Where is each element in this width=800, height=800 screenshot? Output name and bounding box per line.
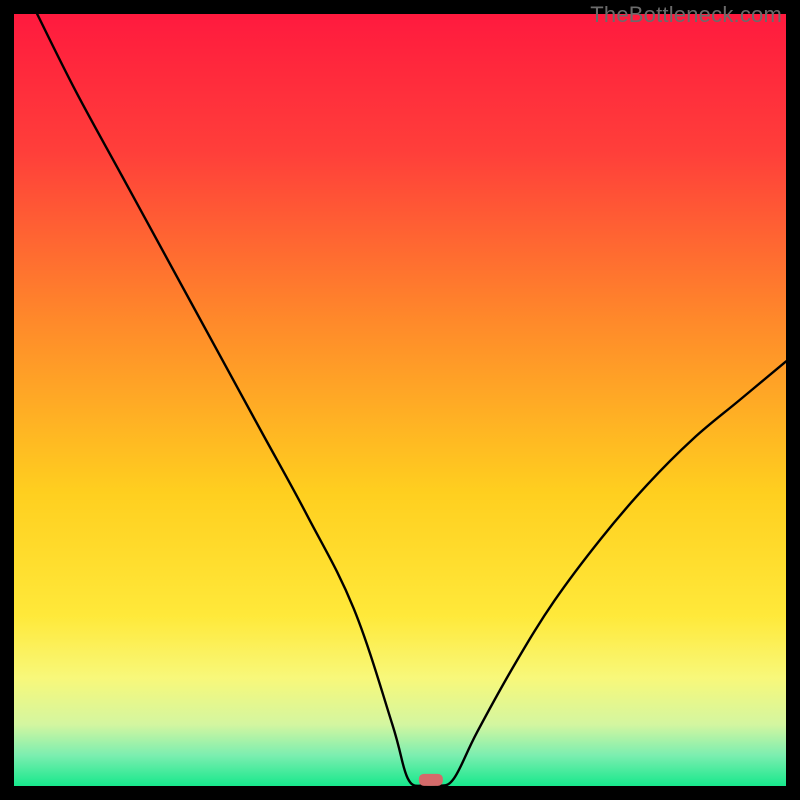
gradient-background — [14, 14, 786, 786]
watermark-text: TheBottleneck.com — [590, 2, 782, 28]
bottleneck-chart — [14, 14, 786, 786]
chart-frame — [14, 14, 786, 786]
bottleneck-marker — [419, 774, 443, 786]
